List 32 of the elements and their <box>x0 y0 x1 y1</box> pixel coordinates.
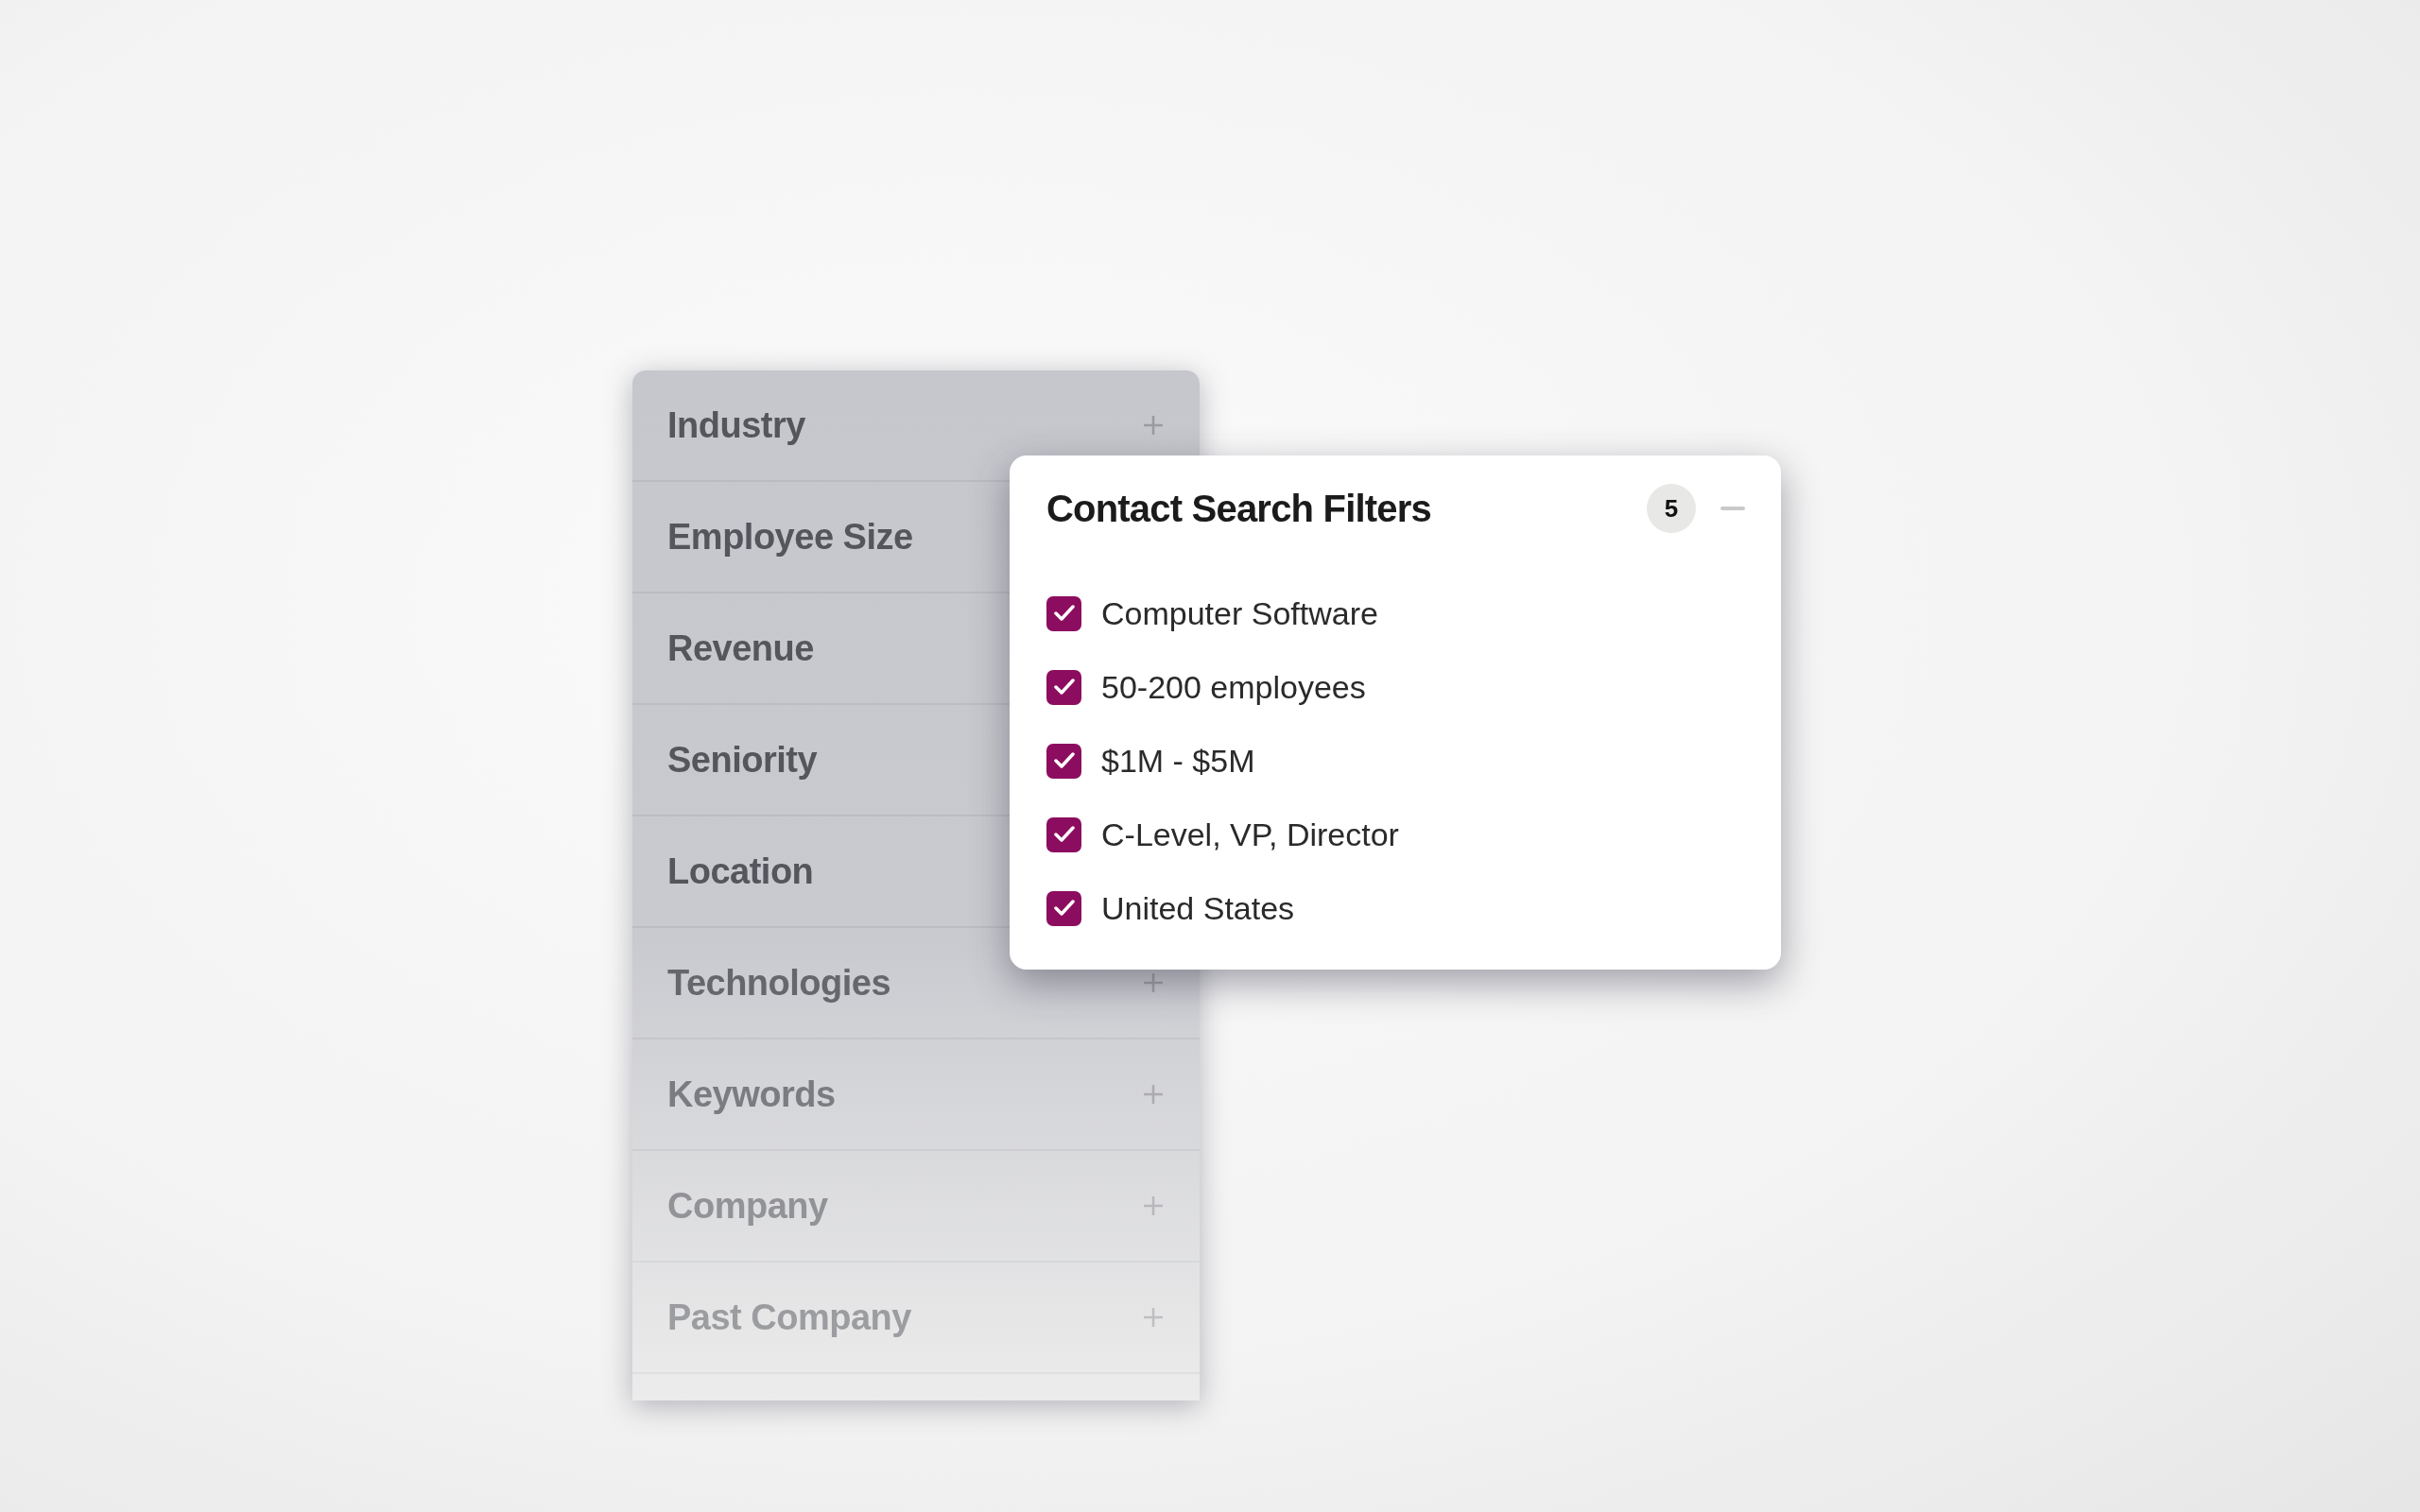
plus-icon[interactable] <box>1143 1307 1164 1328</box>
filter-label[interactable]: Industry <box>667 404 805 446</box>
filter-value: 50-200 employees <box>1101 668 1366 706</box>
filter-label[interactable]: Technologies <box>667 962 891 1004</box>
plus-icon[interactable] <box>1143 972 1164 993</box>
checkbox[interactable] <box>1046 816 1081 852</box>
count-badge: 5 <box>1647 484 1696 533</box>
checkbox[interactable] <box>1046 669 1081 705</box>
filter-label[interactable]: Seniority <box>667 739 818 781</box>
filter-label[interactable]: Location <box>667 850 814 892</box>
filter-label[interactable]: Revenue <box>667 627 814 669</box>
filter-label[interactable]: Employee Size <box>667 516 913 558</box>
check-icon <box>1053 605 1075 622</box>
filter-label[interactable]: Company <box>667 1185 828 1227</box>
plus-icon[interactable] <box>1143 415 1164 436</box>
plus-icon[interactable] <box>1143 1084 1164 1105</box>
filter-value: United States <box>1101 889 1295 927</box>
checkbox[interactable] <box>1046 743 1081 779</box>
check-icon <box>1053 900 1075 917</box>
checkbox[interactable] <box>1046 595 1081 631</box>
check-icon <box>1053 826 1075 843</box>
filter-label[interactable]: Past Company <box>667 1297 911 1338</box>
filter-value: Computer Software <box>1101 594 1378 632</box>
check-icon <box>1053 752 1075 769</box>
filter-label[interactable]: Keywords <box>667 1074 836 1115</box>
popup-title: Contact Search Filters <box>1046 487 1431 530</box>
collapse-icon[interactable] <box>1720 507 1745 510</box>
filter-value: C-Level, VP, Director <box>1101 816 1399 853</box>
plus-icon[interactable] <box>1143 1195 1164 1216</box>
checkbox[interactable] <box>1046 890 1081 926</box>
filter-value: $1M - $5M <box>1101 742 1255 780</box>
check-icon <box>1053 679 1075 696</box>
